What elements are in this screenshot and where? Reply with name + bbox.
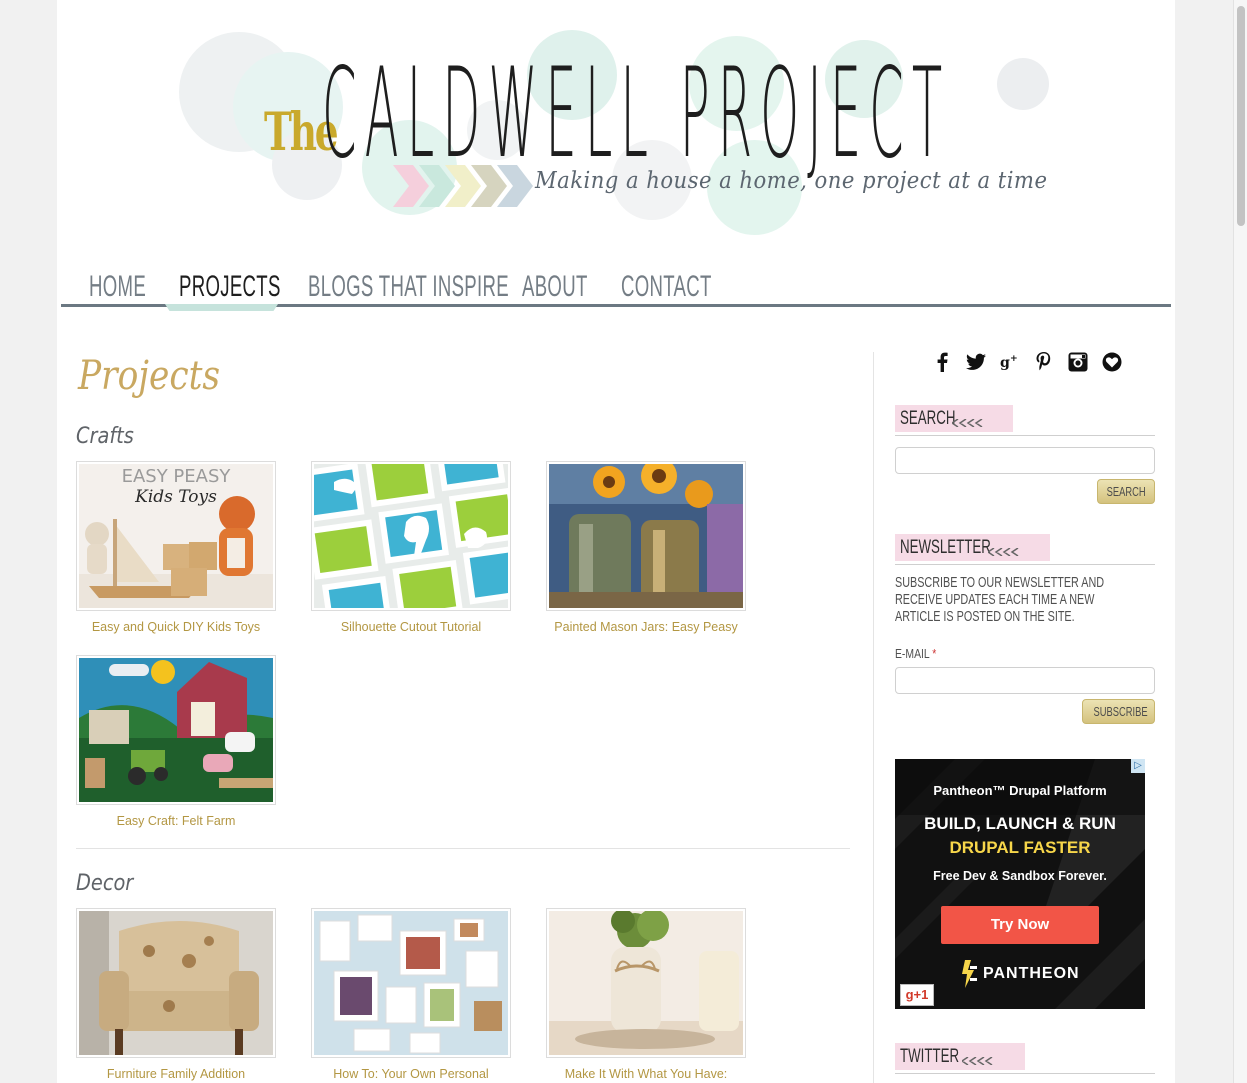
instagram-icon[interactable] — [1068, 350, 1088, 374]
section-divider — [76, 848, 850, 849]
required-mark: * — [932, 646, 937, 661]
twitter-icon[interactable] — [966, 350, 986, 374]
scrollbar[interactable] — [1233, 0, 1247, 1083]
section-heading-crafts: Crafts — [76, 424, 134, 449]
nav-active-indicator — [165, 304, 278, 311]
bloglovin-icon[interactable] — [1102, 350, 1122, 374]
google-plus-one-button[interactable]: g+1 — [900, 984, 934, 1006]
project-caption[interactable]: Furniture Family Addition — [76, 1067, 276, 1081]
widget-rule — [895, 1073, 1155, 1074]
project-caption[interactable]: Painted Mason Jars: Easy Peasy — [546, 620, 746, 634]
chevrons-left-icon — [988, 548, 1019, 556]
twitter-title-text: TWITTER — [900, 1046, 960, 1067]
search-input[interactable] — [895, 447, 1155, 474]
logo-tagline: Making a house a home, one project at a … — [535, 168, 1048, 194]
felt-farm-image — [79, 658, 273, 802]
nav-item-projects[interactable]: PROJECTS — [179, 270, 281, 304]
project-card[interactable]: Easy Craft: Felt Farm — [76, 655, 276, 828]
site-header: The CALDWELL PROJECT Making a house a ho… — [57, 0, 1175, 250]
email-label-text: E-MAIL — [895, 646, 930, 661]
project-caption[interactable]: Make It With What You Have: — [546, 1067, 746, 1081]
nav-item-contact[interactable]: CONTACT — [621, 270, 712, 304]
project-thumbnail[interactable] — [76, 908, 276, 1058]
search-title-text: SEARCH — [900, 408, 956, 429]
mason-jars-image — [549, 464, 743, 608]
search-button[interactable]: SEARCH — [1097, 479, 1155, 504]
advertisement[interactable]: ▷ Pantheon™ Drupal Platform BUILD, LAUNC… — [895, 759, 1145, 1009]
project-thumbnail[interactable] — [76, 655, 276, 805]
project-card[interactable]: Painted Mason Jars: Easy Peasy — [546, 461, 746, 634]
ad-headline: BUILD, LAUNCH & RUN — [924, 814, 1116, 833]
scrollbar-thumb[interactable] — [1237, 6, 1245, 226]
gallery-wall-image — [314, 911, 508, 1055]
email-input[interactable] — [895, 667, 1155, 694]
nav-item-blogs-that-inspire[interactable]: BLOGS THAT INSPIRE — [308, 270, 509, 304]
project-caption[interactable]: How To: Your Own Personal — [311, 1067, 511, 1081]
newsletter-description: Subscribe to our newsletter and receive … — [895, 574, 1105, 625]
project-card[interactable]: How To: Your Own Personal — [311, 908, 511, 1081]
subscribe-button[interactable]: SUBSCRIBE — [1082, 699, 1155, 724]
try-now-button[interactable]: Try Now — [941, 906, 1099, 944]
ad-brand: PANTHEON — [961, 960, 1080, 988]
subscribe-button-label: SUBSCRIBE — [1093, 704, 1148, 719]
page-container: The CALDWELL PROJECT Making a house a ho… — [57, 0, 1175, 1083]
project-card[interactable]: Furniture Family Addition — [76, 908, 276, 1081]
burlap-vase-image — [549, 911, 743, 1055]
social-links: g + — [932, 350, 1122, 374]
ad-brand-text: PANTHEON — [983, 965, 1080, 982]
widget-rule — [895, 564, 1155, 565]
thumb-text-kids-toys: Kids Toys — [134, 487, 217, 507]
ad-headline-accent: DRUPAL FASTER — [949, 838, 1091, 857]
silhouette-cutout-image — [314, 464, 508, 608]
search-button-label: SEARCH — [1106, 484, 1146, 499]
svg-text:g: g — [1000, 355, 1010, 371]
ad-line1: Pantheon™ Drupal Platform — [933, 783, 1107, 798]
twitter-widget-title: TWITTER — [895, 1043, 1025, 1070]
svg-text:+: + — [1010, 353, 1018, 364]
project-caption[interactable]: Easy Craft: Felt Farm — [76, 814, 276, 828]
project-thumbnail[interactable] — [311, 908, 511, 1058]
section-heading-decor: Decor — [76, 871, 134, 896]
facebook-icon[interactable] — [932, 350, 952, 374]
search-widget-title: SEARCH — [895, 405, 1013, 432]
project-thumbnail[interactable] — [546, 461, 746, 611]
project-card[interactable]: EASY PEASY Kids Toys Easy and Quick DIY … — [76, 461, 276, 634]
pinterest-icon[interactable] — [1034, 350, 1054, 374]
newsletter-widget-title: NEWSLETTER — [895, 534, 1050, 561]
chevrons-left-icon — [962, 1057, 993, 1065]
widget-rule — [895, 435, 1155, 436]
kids-toys-image: EASY PEASY Kids Toys — [79, 464, 273, 608]
pantheon-logo-icon — [962, 960, 977, 988]
project-card[interactable]: Silhouette Cutout Tutorial — [311, 461, 511, 634]
floral-chair-image — [79, 911, 273, 1055]
project-caption[interactable]: Easy and Quick DIY Kids Toys — [76, 620, 276, 634]
chevrons-left-icon — [952, 419, 983, 427]
decor-bubble — [997, 58, 1049, 110]
project-caption[interactable]: Silhouette Cutout Tutorial — [311, 620, 511, 634]
google-plus-icon[interactable]: g + — [1000, 350, 1020, 374]
sidebar-divider — [873, 352, 874, 1083]
newsletter-title-text: NEWSLETTER — [900, 537, 991, 558]
main-nav: HOME PROJECTS BLOGS THAT INSPIRE ABOUT C… — [61, 262, 1171, 312]
adchoices-icon[interactable]: ▷ — [1131, 759, 1145, 773]
thumb-text-easy-peasy: EASY PEASY — [122, 466, 232, 487]
project-thumbnail[interactable]: EASY PEASY Kids Toys — [76, 461, 276, 611]
page-title: Projects — [78, 353, 221, 399]
nav-item-home[interactable]: HOME — [89, 270, 146, 304]
ad-subline: Free Dev & Sandbox Forever. — [933, 869, 1107, 883]
project-card[interactable]: Make It With What You Have: — [546, 908, 746, 1081]
project-thumbnail[interactable] — [311, 461, 511, 611]
logo-title[interactable]: CALDWELL PROJECT — [322, 52, 950, 176]
project-thumbnail[interactable] — [546, 908, 746, 1058]
email-label: E-MAIL * — [895, 646, 936, 661]
nav-item-about[interactable]: ABOUT — [522, 270, 588, 304]
